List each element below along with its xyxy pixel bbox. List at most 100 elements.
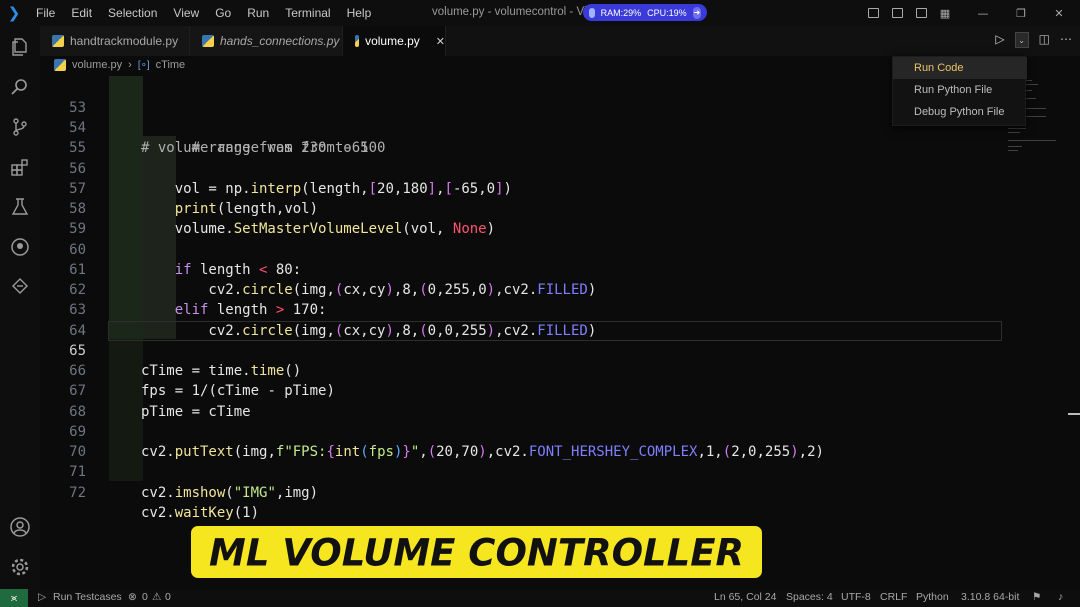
variable-symbol-icon: [∘] — [137, 59, 150, 71]
cursor-position[interactable]: Ln 65, Col 24 — [714, 591, 776, 603]
warning-count[interactable]: 0 — [165, 591, 171, 603]
notifications-bell-icon[interactable]: ♪ — [1058, 591, 1063, 603]
code-text: cv2.imshow("IMG",img) — [141, 484, 319, 501]
line-ending[interactable]: CRLF — [880, 591, 907, 603]
vscode-logo-icon: ❯ — [7, 4, 21, 22]
tab-label: handtrackmodule.py — [70, 34, 179, 48]
code-line: 54 # volume range was from -65 0 — [69, 120, 386, 157]
explorer-icon[interactable] — [8, 35, 32, 59]
error-count[interactable]: 0 — [142, 591, 148, 603]
run-testcases-play-icon[interactable]: ▷ — [38, 591, 46, 603]
code-text: cv2.waitKey(1) — [141, 504, 260, 521]
run-dropdown-chevron-icon[interactable]: ⌄ — [1014, 32, 1029, 48]
code-editor[interactable]: 53 # range from 230 to 10 54 # volume ra… — [40, 76, 1040, 521]
tab-volume[interactable]: volume.py ✕ — [343, 26, 446, 56]
extensions-icon[interactable] — [8, 155, 32, 179]
breadcrumb-file[interactable]: volume.py — [72, 59, 122, 71]
ram-usage: RAM:29% — [600, 7, 642, 18]
status-bar: ⪤ ▷ Run Testcases ⊗ 0 ⚠ 0 Ln 65, Col 24 … — [0, 589, 1080, 607]
menu-go[interactable]: Go — [207, 6, 239, 20]
toggle-panel-icon[interactable] — [890, 6, 904, 20]
code-line: 69 cv2.putText(img,f"FPS:{int(fps)}",(20… — [40, 402, 1002, 460]
code-line: 72 cv2.waitKey(1) — [40, 462, 1002, 521]
cpu-usage: CPU:19% — [647, 7, 687, 18]
microphone-icon — [589, 7, 595, 18]
minimize-icon[interactable]: — — [976, 6, 990, 20]
tab-handtrackmodule[interactable]: handtrackmodule.py — [40, 26, 190, 56]
code-line: 71 cv2.imshow("IMG",img) — [40, 442, 1002, 500]
window-controls: ▦ — ❐ ✕ — [866, 0, 1080, 26]
source-control-icon[interactable] — [8, 115, 32, 139]
run-testcases-button[interactable]: Run Testcases — [53, 591, 122, 603]
title-banner: ML VOLUME CONTROLLER — [191, 526, 762, 578]
toggle-sidebar-icon[interactable] — [866, 6, 880, 20]
code-line: 68 — [69, 403, 86, 420]
run-python-file-item[interactable]: Run Python File — [893, 79, 1027, 101]
code-line: 56 vol = np.interp(length,[20,180],[-65,… — [40, 138, 1002, 197]
performance-monitor[interactable]: RAM:29% CPU:19% ➜ — [583, 4, 707, 21]
python-file-icon — [54, 59, 66, 71]
run-play-icon[interactable]: ▷ — [995, 32, 1004, 48]
scrollbar-position[interactable] — [1068, 413, 1080, 415]
testing-flask-icon[interactable] — [8, 195, 32, 219]
title-bar: ❯ File Edit Selection View Go Run Termin… — [0, 0, 1080, 26]
remote-indicator-icon[interactable]: ⪤ — [0, 589, 28, 607]
code-line: 62 elif length > 170: — [40, 260, 1002, 318]
code-line: 66 fps = 1/(cTime - pTime) — [40, 341, 1002, 399]
search-icon[interactable] — [8, 75, 32, 99]
chevron-right-icon: › — [128, 59, 132, 71]
account-icon[interactable] — [8, 515, 32, 539]
code-line: 60 if length < 80: — [40, 219, 1002, 278]
error-icon[interactable]: ⊗ — [128, 591, 137, 603]
code-line-current: 65 cTime = time.time() — [40, 321, 1002, 379]
code-line: 61 cv2.circle(img,(cx,cy),8,(0,255,0),cv… — [40, 240, 1002, 298]
banner-text: ML VOLUME CONTROLLER — [209, 530, 744, 574]
customize-layout-icon[interactable]: ▦ — [938, 6, 952, 20]
warning-icon[interactable]: ⚠ — [152, 591, 161, 603]
menu-view[interactable]: View — [165, 6, 207, 20]
python-file-icon — [52, 35, 64, 47]
menu-selection[interactable]: Selection — [100, 6, 165, 20]
menu-terminal[interactable]: Terminal — [277, 6, 338, 20]
activity-bar — [0, 26, 40, 589]
menu-bar: File Edit Selection View Go Run Terminal… — [28, 6, 379, 20]
close-tab-icon[interactable]: ✕ — [436, 35, 445, 48]
debug-python-file-item[interactable]: Debug Python File — [893, 101, 1027, 123]
tab-label: hands_connections.py — [220, 34, 340, 48]
more-actions-icon[interactable]: ⋯ — [1060, 32, 1072, 48]
menu-help[interactable]: Help — [339, 6, 380, 20]
breadcrumb-symbol[interactable]: cTime — [156, 59, 186, 71]
code-line: 53 # range from 230 to 10 — [69, 99, 378, 157]
language-mode[interactable]: Python — [916, 591, 949, 603]
menu-run[interactable]: Run — [239, 6, 277, 20]
restore-icon[interactable]: ❐ — [1014, 6, 1028, 20]
close-icon[interactable]: ✕ — [1052, 6, 1066, 20]
encoding[interactable]: UTF-8 — [841, 591, 871, 603]
menu-edit[interactable]: Edit — [63, 6, 100, 20]
code-line: 63 cv2.circle(img,(cx,cy),8,(0,0,255),cv… — [40, 280, 1002, 338]
tab-hands-connections[interactable]: hands_connections.py — [190, 26, 343, 56]
indentation[interactable]: Spaces: 4 — [786, 591, 833, 603]
code-line: 55 — [69, 140, 86, 157]
code-line: 57 print(length,vol) — [40, 159, 1002, 217]
split-editor-icon[interactable]: ◫ — [1039, 32, 1050, 48]
tab-bar: handtrackmodule.py hands_connections.py … — [40, 26, 1080, 56]
arrow-right-icon[interactable]: ➜ — [692, 6, 701, 19]
menu-file[interactable]: File — [28, 6, 63, 20]
tab-label: volume.py — [365, 34, 420, 48]
code-line: 59 — [69, 221, 86, 238]
python-file-icon — [355, 35, 360, 47]
run-menu: Run Code Run Python File Debug Python Fi… — [892, 56, 1027, 126]
feedback-icon[interactable]: ⚑ — [1032, 591, 1041, 603]
code-line: 67 pTime = cTime — [40, 361, 1002, 419]
python-interpreter[interactable]: 3.10.8 64-bit — [961, 591, 1019, 603]
remote-explorer-icon[interactable] — [8, 275, 32, 299]
code-line: 70 — [69, 444, 86, 460]
github-icon[interactable] — [8, 235, 32, 259]
code-line: 64 — [69, 322, 86, 339]
window-title: volume.py - volumecontrol - Visu — [432, 6, 599, 18]
settings-gear-icon[interactable] — [8, 555, 32, 579]
run-code-item[interactable]: Run Code — [893, 57, 1027, 79]
python-file-icon — [202, 35, 214, 47]
toggle-secondary-sidebar-icon[interactable] — [914, 6, 928, 20]
